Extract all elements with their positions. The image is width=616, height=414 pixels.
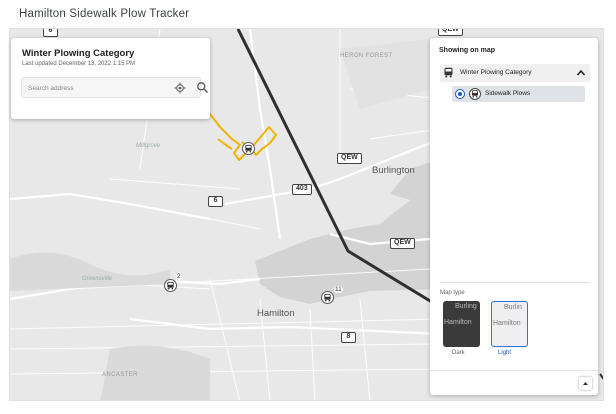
label-greensville: Greensville xyxy=(82,276,113,282)
plow-cluster-marker[interactable] xyxy=(321,291,334,304)
thumb-preview-label: Burlin xyxy=(504,304,522,311)
app-title: Hamilton Sidewalk Plow Tracker xyxy=(19,8,190,20)
map-type-light-label: Light xyxy=(498,350,512,356)
shield-6: 6 xyxy=(208,196,223,207)
map-type-dark-thumbnail[interactable]: Burling Hamilton xyxy=(443,301,480,347)
layer-item-label: Sidewalk Plows xyxy=(485,90,531,97)
thumb-preview-label: Hamilton xyxy=(444,319,472,326)
map-type-section: Map type Burling Hamilton Burlin Hamilto… xyxy=(440,282,590,356)
shield-403: 403 xyxy=(292,184,312,195)
layer-group-winter-plowing[interactable]: Winter Plowing Category xyxy=(440,64,590,82)
shield-qew-top: QEW xyxy=(438,29,463,36)
label-ancaster: ANCASTER xyxy=(102,372,138,378)
label-heron-forest: HERON FOREST xyxy=(340,53,393,59)
plow-cluster-count: 2 xyxy=(176,273,182,280)
thumb-preview-label: Burling xyxy=(455,303,477,310)
thumb-preview-label: Hamilton xyxy=(493,320,521,327)
my-location-icon[interactable] xyxy=(174,82,186,94)
caret-up-icon xyxy=(583,382,588,385)
label-burlington: Burlington xyxy=(372,165,415,176)
plow-vehicle-icon xyxy=(469,88,481,100)
plow-cluster-marker[interactable] xyxy=(164,279,177,292)
chevron-up-icon[interactable] xyxy=(576,68,586,78)
plow-vehicle-icon xyxy=(245,144,252,153)
layer-group-label: Winter Plowing Category xyxy=(460,69,532,76)
shield-qew-right: QEW xyxy=(390,238,415,249)
search-icon[interactable] xyxy=(196,81,209,94)
map-type-light-thumbnail[interactable]: Burlin Hamilton xyxy=(491,301,528,347)
shield-qew-mid: QEW xyxy=(337,153,362,164)
panel-footer xyxy=(430,370,598,395)
address-search-input[interactable] xyxy=(28,81,160,95)
shield-8: 8 xyxy=(341,332,356,343)
layers-panel: Showing on map Winter Plowing Category S… xyxy=(430,38,598,395)
plow-vehicle-icon xyxy=(167,281,174,290)
shield-6-top: 6 xyxy=(43,29,58,37)
map-type-heading: Map type xyxy=(440,290,465,296)
last-updated-text: Last updated December 13, 2022 1:15 PM xyxy=(22,61,136,67)
collapse-panel-button[interactable] xyxy=(579,377,592,390)
plow-vehicle-icon xyxy=(324,293,331,302)
category-search-card: Winter Plowing Category Last updated Dec… xyxy=(11,38,210,119)
label-hamilton: Hamilton xyxy=(257,308,295,319)
search-box xyxy=(21,77,208,98)
layer-radio[interactable] xyxy=(455,89,465,99)
category-title: Winter Plowing Category xyxy=(22,48,135,59)
map-type-dark-label: Dark xyxy=(452,350,465,356)
label-millgrove: Millgrove xyxy=(136,143,161,149)
layer-item-sidewalk-plows[interactable]: Sidewalk Plows xyxy=(452,86,585,102)
plow-cluster-count: 11 xyxy=(334,286,343,293)
plow-vehicle-icon xyxy=(444,67,453,78)
plow-marker[interactable] xyxy=(242,142,255,155)
layers-panel-heading: Showing on map xyxy=(439,47,495,54)
app-window: Hamilton Sidewalk Plow Tracker Burlingto… xyxy=(0,0,616,414)
